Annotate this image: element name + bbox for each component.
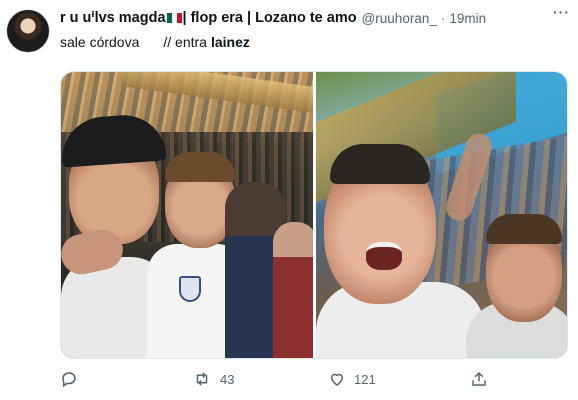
retweet-icon [196, 372, 208, 386]
person-front-hair [329, 144, 430, 184]
media-photo-left[interactable] [61, 72, 313, 358]
tweet-text-part1: sale córdova [60, 34, 140, 50]
handle[interactable]: @ruuhoran_ [362, 11, 437, 26]
flag-mexico-icon [166, 13, 182, 23]
like-button[interactable]: 121 [328, 370, 376, 388]
like-icon [330, 373, 344, 386]
media-photo-right[interactable] [315, 72, 567, 358]
person-background-right [273, 222, 313, 358]
retweet-button[interactable]: 43 [192, 370, 234, 388]
tweet-text: sale córdova // entra lainez [60, 34, 250, 50]
reply-button[interactable] [60, 370, 86, 388]
share-button[interactable] [470, 370, 496, 388]
display-name[interactable]: r u uⁱlvs magda [60, 10, 166, 26]
share-icon [472, 371, 486, 386]
tweet-text-bold: lainez [210, 34, 250, 50]
tweet-text-part2: // entra [163, 34, 207, 50]
more-icon[interactable]: ··· [553, 4, 570, 20]
reply-icon [62, 372, 76, 388]
retweet-count: 43 [220, 371, 235, 387]
open-mouth [365, 242, 402, 270]
tweet-media[interactable] [60, 71, 568, 359]
england-crest-icon [179, 276, 201, 302]
tweet-header: r u uⁱlvs magda | flop era | Lozano te a… [60, 8, 570, 28]
display-name-suffix[interactable]: | flop era | Lozano te amo [183, 10, 357, 26]
timestamp[interactable]: 19min [449, 11, 486, 26]
like-count: 121 [354, 371, 376, 387]
avatar[interactable] [6, 9, 50, 53]
tweet[interactable]: r u uⁱlvs magda | flop era | Lozano te a… [0, 0, 578, 400]
person-back-hair [485, 214, 562, 244]
person-middle-hair [165, 152, 235, 182]
separator-dot: · [440, 10, 446, 26]
